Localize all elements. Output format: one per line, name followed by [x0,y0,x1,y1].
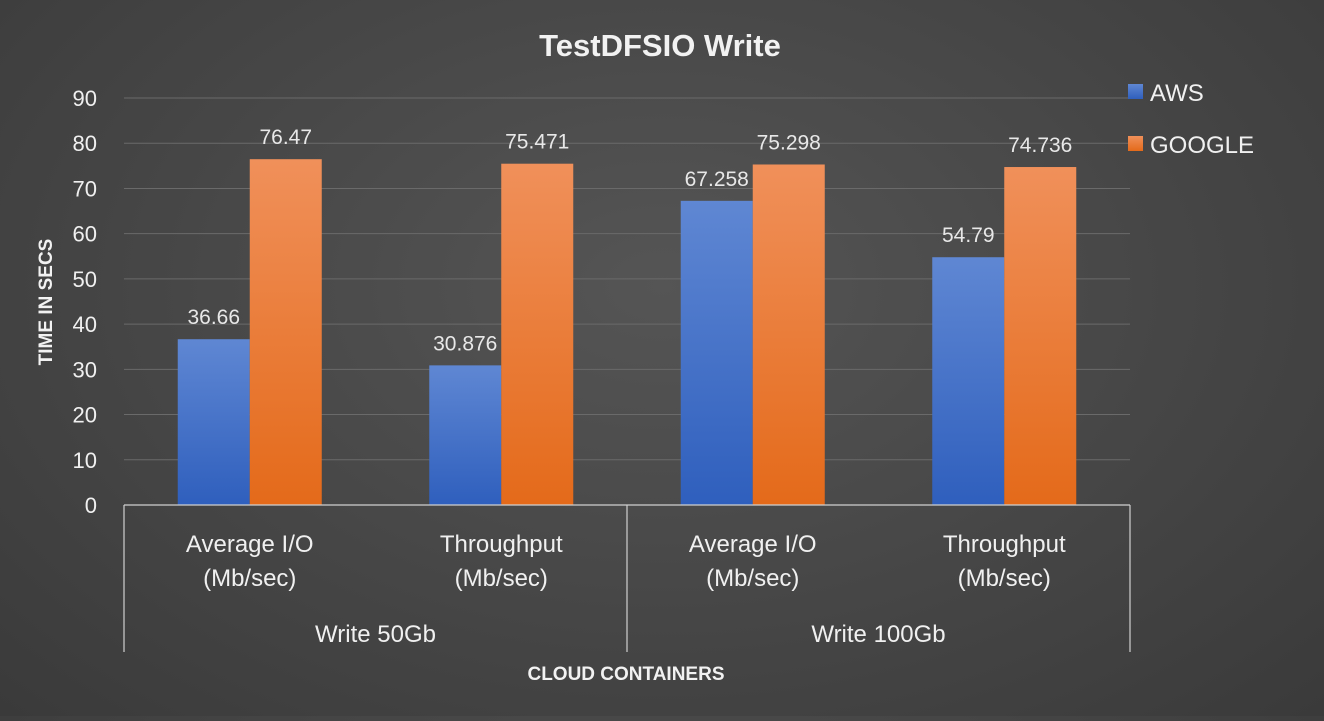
data-label: 75.298 [757,131,821,154]
y-tick-label: 90 [73,86,97,111]
bar-google [752,164,825,505]
y-tick-label: 20 [73,403,97,428]
y-tick-label: 70 [73,176,97,201]
data-label: 75.471 [505,131,569,154]
y-tick-label: 30 [73,357,97,382]
bar-google [501,163,574,505]
legend-swatch-google [1128,136,1143,151]
bar-aws [932,257,1005,505]
legend: AWS GOOGLE [1128,80,1254,159]
group-label: Write 100Gb [811,621,945,648]
legend-label-google: GOOGLE [1150,132,1254,159]
x-tick-label: (Mb/sec) [203,565,296,592]
y-tick-label: 10 [73,448,97,473]
bar-google [249,159,322,505]
chart-svg: 36.66 76.47 30.876 75.471 67.258 75.298 54.79 7… [36,28,1254,685]
legend-swatch-aws [1128,84,1143,99]
bar-google [1004,167,1077,505]
y-tick-label: 60 [73,222,97,247]
x-tick-label: Average I/O [689,531,817,558]
y-axis-title: TIME IN SECS [36,239,57,366]
bar-aws [177,339,250,505]
x-tick-label: Throughput [943,531,1066,558]
group-label: Write 50Gb [315,621,436,648]
bar-aws [680,200,753,506]
y-tick-label: 50 [73,267,97,292]
x-tick-label: (Mb/sec) [455,565,548,592]
chart: 36.66 76.47 30.876 75.471 67.258 75.298 54.79 7… [0,0,1324,716]
y-tick-label: 0 [85,493,97,518]
legend-label-aws: AWS [1150,80,1204,107]
bar-aws [429,365,502,505]
y-tick-label: 40 [73,312,97,337]
x-tick-label: Average I/O [186,531,314,558]
data-label: 36.66 [187,306,240,329]
data-label: 54.79 [942,224,995,247]
data-label: 74.736 [1008,134,1072,157]
bars [177,159,1077,506]
data-label: 30.876 [433,332,497,355]
x-axis-title: CLOUD CONTAINERS [527,664,724,685]
x-tick-label: (Mb/sec) [958,565,1051,592]
data-label: 67.258 [685,168,749,191]
x-tick-label: (Mb/sec) [706,565,799,592]
data-label: 76.47 [259,126,312,149]
chart-title: TestDFSIO Write [539,28,781,63]
x-tick-label: Throughput [440,531,563,558]
y-tick-label: 80 [73,131,97,156]
